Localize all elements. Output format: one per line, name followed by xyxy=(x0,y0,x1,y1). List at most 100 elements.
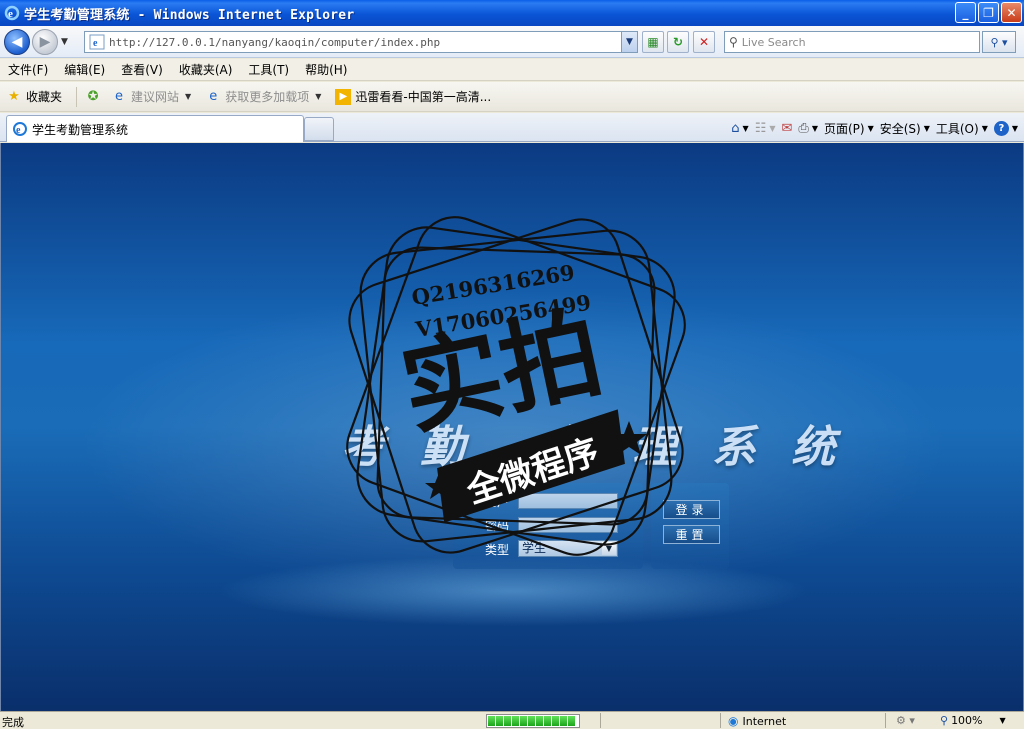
refresh-icon: ↻ xyxy=(672,35,684,49)
zoom-icon: ⚲ xyxy=(940,714,949,727)
chevron-down-icon: ▼ xyxy=(999,716,1006,725)
printer-icon: ⎙ xyxy=(798,120,809,136)
tools-menu-label: 工具(O) xyxy=(935,121,979,136)
svg-text:e: e xyxy=(8,8,13,20)
star-icon: ★ xyxy=(8,89,20,104)
login-button[interactable]: 登录 xyxy=(663,500,720,519)
ie-page-icon: e xyxy=(209,89,218,104)
zone-label: Internet xyxy=(742,714,787,728)
user-type-select[interactable]: 学生 ▼ xyxy=(518,540,618,557)
type-label: 类型 xyxy=(485,543,510,557)
home-icon: ⌂ xyxy=(731,120,740,136)
tab-current[interactable]: e 学生考勤管理系统 xyxy=(6,115,304,142)
close-button[interactable]: ✕ xyxy=(1001,2,1022,23)
password-label: 密码 xyxy=(485,519,510,533)
favorites-button[interactable]: ★ 收藏夹 xyxy=(6,88,62,105)
menu-view[interactable]: 查看(V) xyxy=(121,61,163,78)
minimize-icon: _ xyxy=(962,5,969,20)
window-titlebar: e 学生考勤管理系统 - Windows Internet Explorer _… xyxy=(0,0,1024,26)
close-icon: ✕ xyxy=(1006,5,1017,20)
favorites-label: 收藏夹 xyxy=(26,90,63,104)
compatibility-view-button[interactable]: ▦ xyxy=(642,31,664,53)
minimize-button[interactable]: _ xyxy=(955,2,976,23)
refresh-button[interactable]: ↻ xyxy=(667,31,689,53)
xunlei-icon: ▶ xyxy=(335,88,352,105)
menu-edit[interactable]: 编辑(E) xyxy=(64,61,105,78)
watermark-wechat: V17060256499 xyxy=(413,290,593,343)
forward-button[interactable]: ▶ xyxy=(32,29,58,55)
chevron-down-icon: ▼ xyxy=(867,123,874,133)
restore-icon: ❐ xyxy=(983,5,994,20)
tab-title: 学生考勤管理系统 xyxy=(32,122,129,137)
chevron-down-icon: ▼ xyxy=(602,542,616,555)
safety-menu-button[interactable]: 安全(S) ▼ xyxy=(880,120,930,137)
menu-favorites[interactable]: 收藏夹(A) xyxy=(179,61,233,78)
protected-mode-icon[interactable]: ⚙ ▾ xyxy=(896,714,915,727)
chevron-down-icon: ▼ xyxy=(315,92,322,101)
tools-menu-button[interactable]: 工具(O) ▼ xyxy=(936,120,988,137)
search-input[interactable]: ⚲ Live Search xyxy=(724,31,980,53)
status-text: 完成 xyxy=(2,716,24,729)
back-arrow-icon: ◀ xyxy=(11,34,23,50)
star-icon xyxy=(425,473,453,499)
chevron-down-icon: ▼ xyxy=(185,92,192,101)
progress-bar xyxy=(486,714,580,728)
ie-page-icon: e xyxy=(115,89,124,104)
safety-menu-label: 安全(S) xyxy=(879,121,921,136)
feeds-button[interactable]: ☷ ▼ xyxy=(755,121,776,136)
page-ie-icon: e xyxy=(89,34,105,50)
chevron-down-icon: ▼ xyxy=(981,123,988,133)
page-content: 考 勤 - 管 理 系 统 用户 密码 类型 学生 ▼ 登录 重置 Q21963… xyxy=(0,143,1024,711)
watermark-qq: Q2196316269 xyxy=(410,260,576,310)
search-placeholder: Live Search xyxy=(741,35,806,49)
search-provider-icon: ⚲ xyxy=(729,35,738,49)
address-bar[interactable]: e http://127.0.0.1/nanyang/kaoqin/comput… xyxy=(84,31,638,53)
status-separator xyxy=(600,713,601,728)
zoom-level: 100% xyxy=(951,714,983,727)
system-title: 考 勤 - 管 理 系 统 xyxy=(341,422,846,473)
add-favorite-button[interactable]: ✪ xyxy=(85,89,105,105)
menu-tools[interactable]: 工具(T) xyxy=(248,61,289,78)
suggested-sites-link[interactable]: e 建议网站 ▼ xyxy=(111,88,191,105)
mail-button[interactable]: ✉ xyxy=(782,121,793,136)
get-addons-label: 获取更多加载项 xyxy=(225,90,310,104)
menu-file[interactable]: 文件(F) xyxy=(8,61,48,78)
chevron-down-icon: ▼ xyxy=(811,123,818,133)
zoom-control[interactable]: ⚲ 100% ▼ xyxy=(940,714,1006,727)
new-tab-button[interactable] xyxy=(304,117,334,141)
recent-pages-dropdown-icon[interactable]: ▼ xyxy=(61,37,68,47)
stop-button[interactable]: ✕ xyxy=(693,31,715,53)
svg-text:e: e xyxy=(16,125,21,136)
menu-help[interactable]: 帮助(H) xyxy=(305,61,347,78)
get-addons-link[interactable]: e 获取更多加载项 ▼ xyxy=(205,88,321,105)
favorites-bar: ★ 收藏夹 ✪ e 建议网站 ▼ e 获取更多加载项 ▼ ▶ 迅雷看看-中国第一… xyxy=(0,82,1024,112)
xunlei-link[interactable]: ▶ 迅雷看看-中国第一高清... xyxy=(335,88,491,105)
ie-page-icon: e xyxy=(13,122,27,136)
rss-icon: ☷ xyxy=(754,120,767,136)
back-button[interactable]: ◀ xyxy=(4,29,30,55)
print-button[interactable]: ⎙ ▼ xyxy=(798,121,818,136)
address-dropdown-icon[interactable]: ▼ xyxy=(621,32,637,52)
chevron-down-icon: ▼ xyxy=(769,123,776,133)
command-bar: ⌂ ▼ ☷ ▼ ✉ ⎙ ▼ 页面(P) ▼ 安全(S) ▼ 工具(O) ▼ ? ▼ xyxy=(731,117,1018,139)
search-icon: ⚲ ▾ xyxy=(990,35,1008,49)
restore-button[interactable]: ❐ xyxy=(978,2,999,23)
security-zone[interactable]: ◉ Internet xyxy=(728,714,786,728)
svg-text:e: e xyxy=(93,38,98,49)
home-button[interactable]: ⌂ ▼ xyxy=(731,121,748,136)
username-input[interactable] xyxy=(518,493,618,509)
address-toolbar: ◀ ▶ ▼ e http://127.0.0.1/nanyang/kaoqin/… xyxy=(0,26,1024,58)
help-button[interactable]: ? ▼ xyxy=(993,120,1018,136)
compatibility-icon: ▦ xyxy=(647,35,659,49)
mail-icon: ✉ xyxy=(781,120,793,136)
globe-icon: ◉ xyxy=(728,714,739,728)
forward-arrow-icon: ▶ xyxy=(39,34,51,50)
reset-button[interactable]: 重置 xyxy=(663,525,720,544)
help-icon: ? xyxy=(993,120,1009,136)
user-label: 用户 xyxy=(485,495,510,509)
password-input[interactable] xyxy=(518,517,618,533)
add-star-icon: ✪ xyxy=(87,89,99,104)
search-button[interactable]: ⚲ ▾ xyxy=(982,31,1016,53)
page-menu-button[interactable]: 页面(P) ▼ xyxy=(824,120,874,137)
ie-logo-icon: e xyxy=(4,5,20,21)
